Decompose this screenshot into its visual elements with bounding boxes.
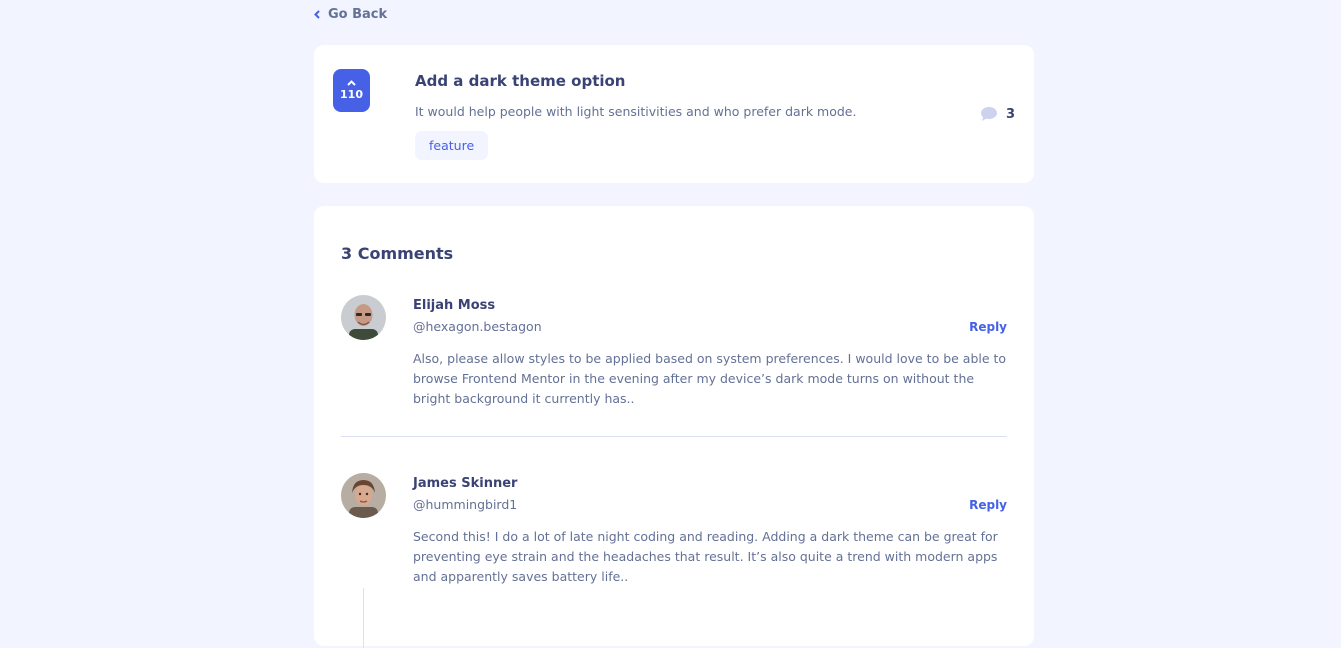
category-tag[interactable]: feature [415,131,489,160]
comment-count-value: 3 [1005,106,1015,122]
chevron-left-icon [314,9,320,19]
reply-thread-line [363,588,364,648]
go-back-link[interactable]: Go Back [314,5,387,23]
comment-text: Also, please allow styles to be applied … [413,351,1007,406]
avatar [341,295,386,340]
comment-bubble-icon [980,106,998,122]
comment-count: 3 [980,106,1015,122]
feedback-description: It would help people with light sensitiv… [415,104,857,119]
upvote-button[interactable]: 110 [333,69,370,112]
comment-item: James Skinner @hummingbird1 Reply Second… [341,473,1007,593]
comment-item: Elijah Moss @hexagon.bestagon Reply Also… [341,295,1007,415]
comment-author-handle: @hummingbird1 [413,497,518,512]
comment-divider [341,436,1007,437]
comment-author-handle: @hexagon.bestagon [413,319,542,334]
reply-button[interactable]: Reply [969,498,1007,512]
avatar [341,473,386,518]
go-back-label: Go Back [328,6,388,22]
feedback-card: 110 Add a dark theme option It would hel… [314,45,1034,183]
reply-button[interactable]: Reply [969,320,1007,334]
comments-heading: 3 Comments [341,244,454,263]
comment-author-name: James Skinner [413,476,518,491]
comment-text: Second this! I do a lot of late night co… [413,529,998,584]
feedback-title: Add a dark theme option [415,72,626,90]
comments-card: 3 Comments Elijah Moss @hexagon.bestagon… [314,206,1034,648]
upvote-count: 110 [340,88,363,101]
comment-author-name: Elijah Moss [413,298,496,313]
